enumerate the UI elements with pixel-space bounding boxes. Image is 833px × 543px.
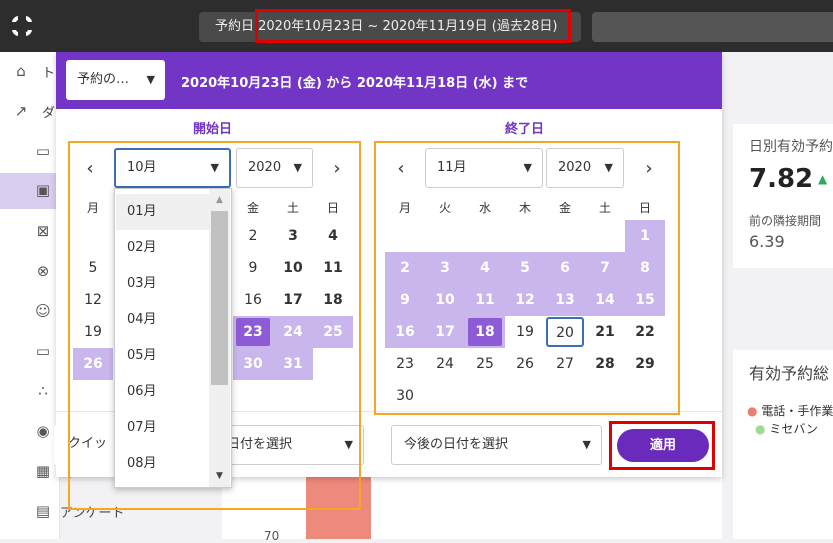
legend-label: ミセバン bbox=[769, 422, 818, 436]
card-subtitle: 前の隣接期間 bbox=[749, 214, 822, 228]
month-option[interactable]: 03月 bbox=[116, 266, 210, 302]
chevron-down-icon: ▼ bbox=[582, 438, 591, 451]
card-title: 有効予約総 bbox=[749, 364, 830, 383]
scroll-up-icon[interactable]: ▲ bbox=[209, 195, 230, 205]
card-value: 7.82 bbox=[749, 164, 814, 194]
top-bar: 予約日 2020年10月23日 ~ 2020年11月19日 (過去28日) bbox=[0, 0, 833, 52]
sidebar-item-label: ト bbox=[42, 66, 56, 81]
calendar-icon: ▦ bbox=[35, 462, 51, 480]
month-option[interactable]: 02月 bbox=[116, 230, 210, 266]
date-range-button[interactable]: 予約日 2020年10月23日 ~ 2020年11月19日 (過去28日) bbox=[199, 9, 581, 43]
card-prev-value: 6.39 bbox=[749, 232, 785, 251]
start-date-label: 開始日 bbox=[193, 122, 233, 137]
sidebar-item-calendar2[interactable]: ▦ ゴ… bbox=[0, 454, 86, 490]
search-bar[interactable] bbox=[592, 12, 833, 42]
legend-label: 電話・手作業 bbox=[761, 404, 833, 418]
app-logo-icon[interactable] bbox=[9, 13, 35, 39]
legend-dot: ● bbox=[755, 422, 766, 436]
preset-select[interactable]: 予約の… ▼ bbox=[66, 60, 165, 100]
sidebar-item-money[interactable]: ▭ bbox=[0, 134, 60, 170]
trend-up-icon: ▲ bbox=[818, 172, 828, 186]
month-option[interactable]: 05月 bbox=[116, 338, 210, 374]
future-date-select[interactable]: 今後の日付を選択 ▼ bbox=[391, 425, 602, 465]
sidebar-item-calendar[interactable]: ▣ bbox=[0, 173, 60, 209]
sidebar-item-network[interactable]: ∴ bbox=[0, 374, 60, 410]
total-bookings-card: 有効予約総 ● 電話・手作業 ● ミセバン bbox=[733, 350, 833, 539]
modal-header: 予約の… ▼ 2020年10月23日 (金) から 2020年11月18日 (水… bbox=[56, 52, 722, 109]
sidebar-item-monitor[interactable]: ▭ bbox=[0, 334, 60, 370]
dropdown-scrollbar[interactable]: ▲ ▼ bbox=[209, 189, 230, 487]
end-calendar-highlight bbox=[374, 141, 680, 415]
modal-title: 2020年10月23日 (金) から 2020年11月18日 (水) まで bbox=[181, 76, 529, 91]
select-value: 今後の日付を選択 bbox=[404, 437, 509, 452]
legend-dot: ● bbox=[747, 404, 758, 418]
calendar-check-icon: ▣ bbox=[35, 181, 51, 199]
sidebar-item-eye[interactable]: ◉ bbox=[0, 414, 60, 450]
month-option[interactable]: 04月 bbox=[116, 302, 210, 338]
apply-highlight-box bbox=[609, 421, 715, 470]
card-title: 日別有効予約 bbox=[749, 139, 833, 155]
users-icon: ☺ bbox=[35, 302, 51, 320]
scroll-down-icon[interactable]: ▼ bbox=[209, 471, 230, 481]
circle-x-icon: ⊗ bbox=[36, 262, 50, 280]
network-icon: ∴ bbox=[38, 382, 48, 400]
sidebar-item-calendar-x[interactable]: ⊠ bbox=[0, 214, 60, 250]
end-date-label: 終了日 bbox=[505, 122, 545, 137]
document-icon: ▤ bbox=[35, 502, 51, 520]
sidebar: ⌂ ト ↗ ダ ▭ ▣ ⊠ ⊗ ☺ ▭ ∴ ◉ ▦ ゴ… ▤ アンケート bbox=[0, 52, 124, 539]
sidebar-item-dashboard[interactable]: ↗ ダ bbox=[0, 94, 60, 130]
axis-tick-label: 70 bbox=[264, 529, 280, 543]
home-icon: ⌂ bbox=[16, 62, 26, 80]
daily-bookings-card: 日別有効予約 7.82 ▲ 前の隣接期間 6.39 bbox=[733, 124, 833, 268]
scrollbar-thumb[interactable] bbox=[211, 211, 228, 385]
chart-icon: ↗ bbox=[14, 102, 28, 120]
chevron-down-icon: ▼ bbox=[146, 73, 155, 86]
eye-icon: ◉ bbox=[36, 422, 50, 440]
preset-label: 予約の… bbox=[77, 72, 130, 87]
month-dropdown: 01月 02月 03月 04月 05月 06月 07月 08月 ▲ ▼ bbox=[114, 188, 232, 488]
sidebar-item-home[interactable]: ⌂ ト bbox=[0, 54, 60, 90]
month-option[interactable]: 01月 bbox=[116, 194, 210, 230]
money-icon: ▭ bbox=[35, 142, 51, 160]
month-option[interactable]: 08月 bbox=[116, 446, 210, 482]
highlight-box bbox=[255, 9, 571, 43]
calendar-x-icon: ⊠ bbox=[36, 222, 50, 240]
monitor-icon: ▭ bbox=[35, 342, 51, 360]
sidebar-item-cancel[interactable]: ⊗ bbox=[0, 254, 60, 290]
sidebar-item-label: ダ bbox=[42, 106, 56, 121]
month-option[interactable]: 07月 bbox=[116, 410, 210, 446]
month-option[interactable]: 06月 bbox=[116, 374, 210, 410]
sidebar-item-users[interactable]: ☺ bbox=[0, 294, 60, 330]
